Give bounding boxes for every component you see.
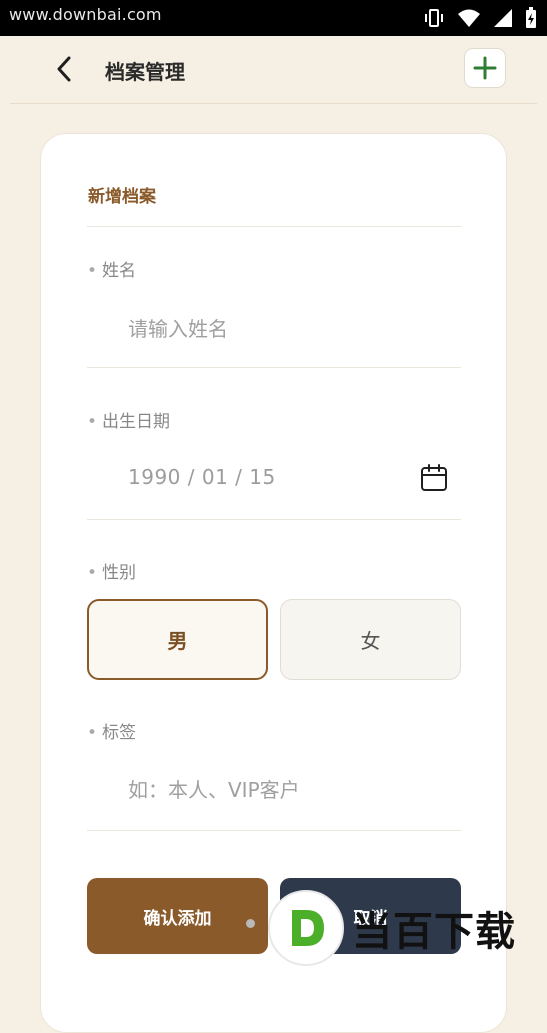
name-label: • 姓名 — [87, 256, 136, 281]
birthdate-label: • 出生日期 — [87, 407, 170, 432]
vibrate-icon — [425, 9, 443, 27]
divider — [87, 367, 461, 368]
app-header: 档案管理 — [10, 36, 537, 104]
logo-d-icon — [292, 910, 324, 946]
gender-label-text: 性别 — [102, 563, 137, 583]
divider — [87, 519, 461, 520]
indicator-dot — [246, 919, 255, 928]
divider — [87, 830, 461, 831]
bullet-dot: • — [87, 412, 98, 432]
name-input[interactable] — [128, 314, 408, 344]
add-record-button[interactable] — [464, 48, 506, 88]
confirm-add-button[interactable]: 确认添加 — [87, 878, 268, 954]
status-icons — [423, 7, 537, 29]
divider — [87, 226, 461, 227]
calendar-icon — [421, 464, 447, 491]
plus-icon — [473, 56, 497, 80]
back-button[interactable] — [50, 54, 78, 84]
calendar-button[interactable] — [419, 463, 449, 493]
card-heading: 新增档案 — [88, 187, 156, 207]
bullet-dot: • — [87, 261, 98, 281]
page-title: 档案管理 — [105, 60, 185, 84]
gender-option-male[interactable]: 男 — [87, 599, 268, 680]
tag-label-text: 标签 — [102, 723, 137, 743]
battery-charging-icon — [526, 7, 536, 28]
bullet-dot: • — [87, 563, 98, 583]
watermark-badge — [268, 890, 344, 966]
tag-input[interactable] — [128, 775, 408, 805]
watermark-url: www.downbai.com — [9, 5, 162, 24]
watermark-logo: 当百下载 — [262, 884, 547, 972]
tag-label: • 标签 — [87, 718, 136, 743]
birthdate-field[interactable]: 1990 / 01 / 15 — [128, 465, 276, 489]
gender-option-female[interactable]: 女 — [280, 599, 461, 680]
birthdate-label-text: 出生日期 — [102, 412, 171, 432]
bullet-dot: • — [87, 723, 98, 743]
wifi-icon — [458, 9, 480, 27]
name-label-text: 姓名 — [102, 261, 137, 281]
status-bar: www.downbai.com — [0, 0, 547, 36]
signal-icon — [494, 9, 512, 27]
gender-label: • 性别 — [87, 558, 136, 583]
chevron-left-icon — [57, 56, 71, 82]
watermark-text: 当百下载 — [352, 909, 516, 955]
